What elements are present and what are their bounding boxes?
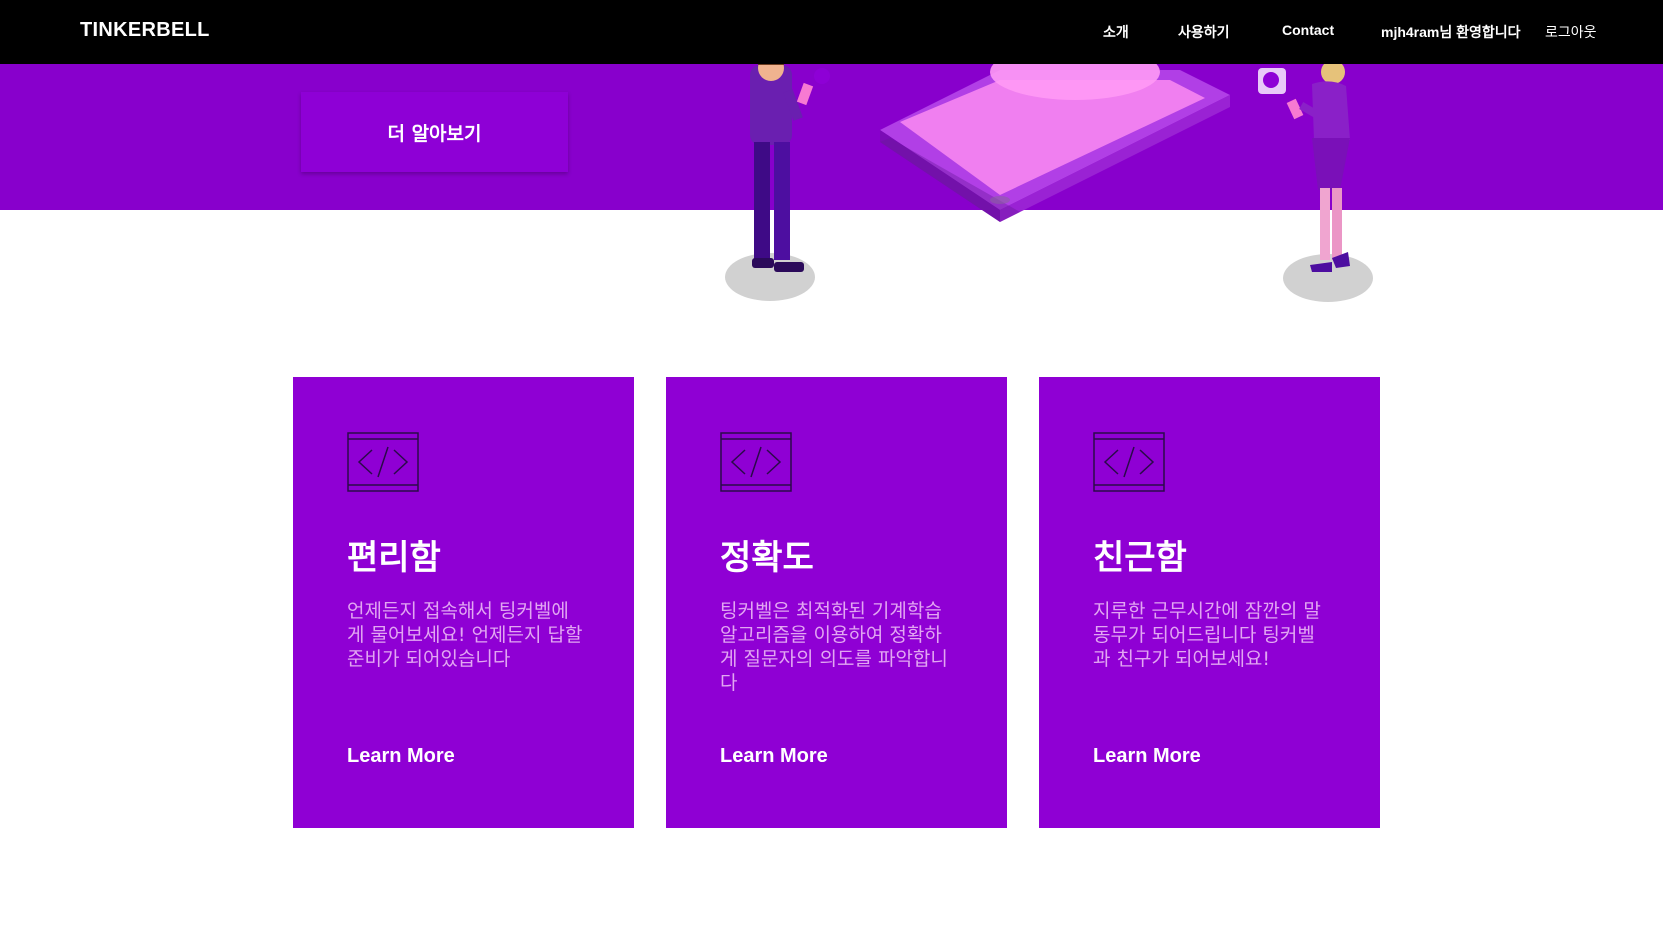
nav-link-contact[interactable]: Contact — [1282, 22, 1334, 38]
feature-card-accuracy: 정확도 팅커벨은 최적화된 기계학습 알고리즘을 이용하여 정확하게 질문자의 … — [666, 377, 1007, 828]
welcome-text: mjh4ram님 환영합니다 — [1381, 24, 1521, 40]
card-title: 편리함 — [347, 538, 441, 578]
hero-illustration — [725, 60, 1373, 302]
top-navbar: TINKERBELL 소개 사용하기 Contact mjh4ram님 환영합니… — [0, 0, 1663, 64]
man-figure — [725, 60, 815, 301]
card-description: 언제든지 접속해서 팅커벨에게 물어보세요! 언제든지 답할 준비가 되어있습니… — [347, 600, 583, 670]
card-description: 지루한 근무시간에 잠깐의 말동무가 되어드립니다 팅커벨과 친구가 되어보세요… — [1093, 600, 1321, 670]
nav-link-about[interactable]: 소개 — [1103, 22, 1129, 42]
feature-card-friendliness: 친근함 지루한 근무시간에 잠깐의 말동무가 되어드립니다 팅커벨과 친구가 되… — [1039, 377, 1380, 828]
code-window-icon — [720, 432, 792, 492]
woman-figure — [1283, 60, 1373, 302]
code-window-icon — [347, 432, 419, 492]
card-title: 친근함 — [1093, 538, 1187, 578]
card-title: 정확도 — [720, 538, 814, 578]
logout-link[interactable]: 로그아웃 — [1545, 22, 1597, 42]
brand-logo[interactable]: TINKERBELL — [80, 19, 210, 42]
nav-link-use[interactable]: 사용하기 — [1178, 22, 1230, 42]
learn-more-link[interactable]: Learn More — [347, 745, 455, 768]
learn-more-link[interactable]: Learn More — [720, 745, 828, 768]
learn-more-hero-button[interactable]: 더 알아보기 — [301, 92, 568, 172]
card-description: 팅커벨은 최적화된 기계학습 알고리즘을 이용하여 정확하게 질문자의 의도를 … — [720, 600, 948, 694]
feature-card-convenience: 편리함 언제든지 접속해서 팅커벨에게 물어보세요! 언제든지 답할 준비가 되… — [293, 377, 634, 828]
platform-graphic — [880, 60, 1230, 222]
code-window-icon — [1093, 432, 1165, 492]
learn-more-link[interactable]: Learn More — [1093, 745, 1201, 768]
